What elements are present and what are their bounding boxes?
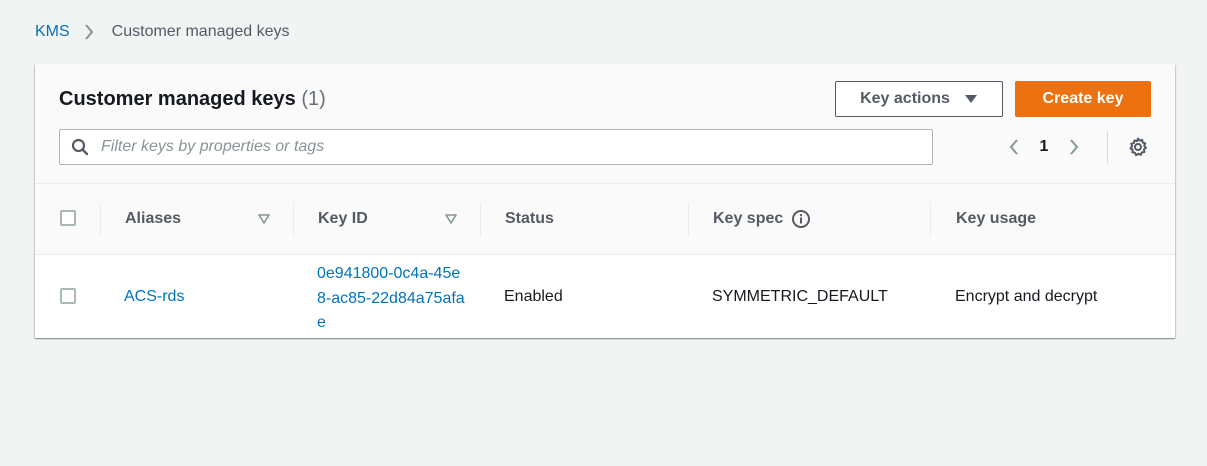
title-text: Customer managed keys bbox=[59, 88, 296, 110]
caret-down-icon bbox=[964, 94, 978, 104]
column-divider bbox=[480, 203, 481, 236]
key-id-link[interactable]: 0e941800-0c4a-45e8-ac85-22d84a75afae bbox=[317, 262, 467, 336]
status-value: Enabled bbox=[504, 287, 563, 305]
column-divider bbox=[688, 203, 689, 236]
alias-link[interactable]: ACS-rds bbox=[124, 255, 184, 338]
breadcrumb: KMS Customer managed keys bbox=[35, 22, 290, 42]
sort-down-icon[interactable] bbox=[445, 213, 457, 225]
chevron-right-icon[interactable] bbox=[1061, 134, 1087, 160]
table-header-area: Customer managed keys (1) Key actions Cr… bbox=[35, 64, 1175, 184]
select-all-checkbox[interactable] bbox=[60, 210, 76, 226]
key-actions-label: Key actions bbox=[860, 90, 950, 107]
key-usage-value: Encrypt and decrypt bbox=[955, 287, 1098, 305]
search-icon bbox=[71, 138, 89, 156]
keys-table-container: Customer managed keys (1) Key actions Cr… bbox=[35, 64, 1175, 338]
table-header-row: Aliases Key ID Status Key spec Key usage bbox=[35, 184, 1175, 255]
column-divider bbox=[930, 203, 931, 236]
breadcrumb-kms-link[interactable]: KMS bbox=[35, 23, 70, 41]
column-header-key-spec: Key spec bbox=[713, 184, 811, 254]
breadcrumb-current: Customer managed keys bbox=[111, 23, 290, 40]
key-count: (1) bbox=[301, 88, 326, 110]
create-key-button[interactable]: Create key bbox=[1015, 81, 1151, 117]
pagination: 1 bbox=[1001, 134, 1087, 160]
chevron-right-icon bbox=[84, 24, 94, 40]
search-input[interactable] bbox=[99, 137, 903, 157]
search-field[interactable] bbox=[59, 129, 933, 165]
table-row: ACS-rds 0e941800-0c4a-45e8-ac85-22d84a75… bbox=[35, 255, 1175, 338]
info-icon[interactable] bbox=[791, 209, 811, 229]
sort-down-icon[interactable] bbox=[258, 213, 270, 225]
column-header-key-id[interactable]: Key ID bbox=[318, 184, 368, 254]
page-title: Customer managed keys (1) bbox=[59, 87, 326, 111]
pager-divider bbox=[1107, 131, 1108, 163]
key-actions-button[interactable]: Key actions bbox=[835, 81, 1003, 117]
key-spec-label: Key spec bbox=[713, 210, 784, 227]
column-header-key-usage: Key usage bbox=[956, 210, 1037, 227]
row-checkbox[interactable] bbox=[60, 288, 76, 304]
page-number[interactable]: 1 bbox=[1027, 138, 1061, 156]
chevron-left-icon[interactable] bbox=[1001, 134, 1027, 160]
column-header-aliases[interactable]: Aliases bbox=[125, 184, 181, 254]
column-divider bbox=[100, 203, 101, 236]
column-divider bbox=[293, 203, 294, 236]
column-header-status: Status bbox=[505, 210, 554, 227]
gear-icon[interactable] bbox=[1127, 136, 1149, 158]
key-spec-value: SYMMETRIC_DEFAULT bbox=[712, 287, 888, 305]
